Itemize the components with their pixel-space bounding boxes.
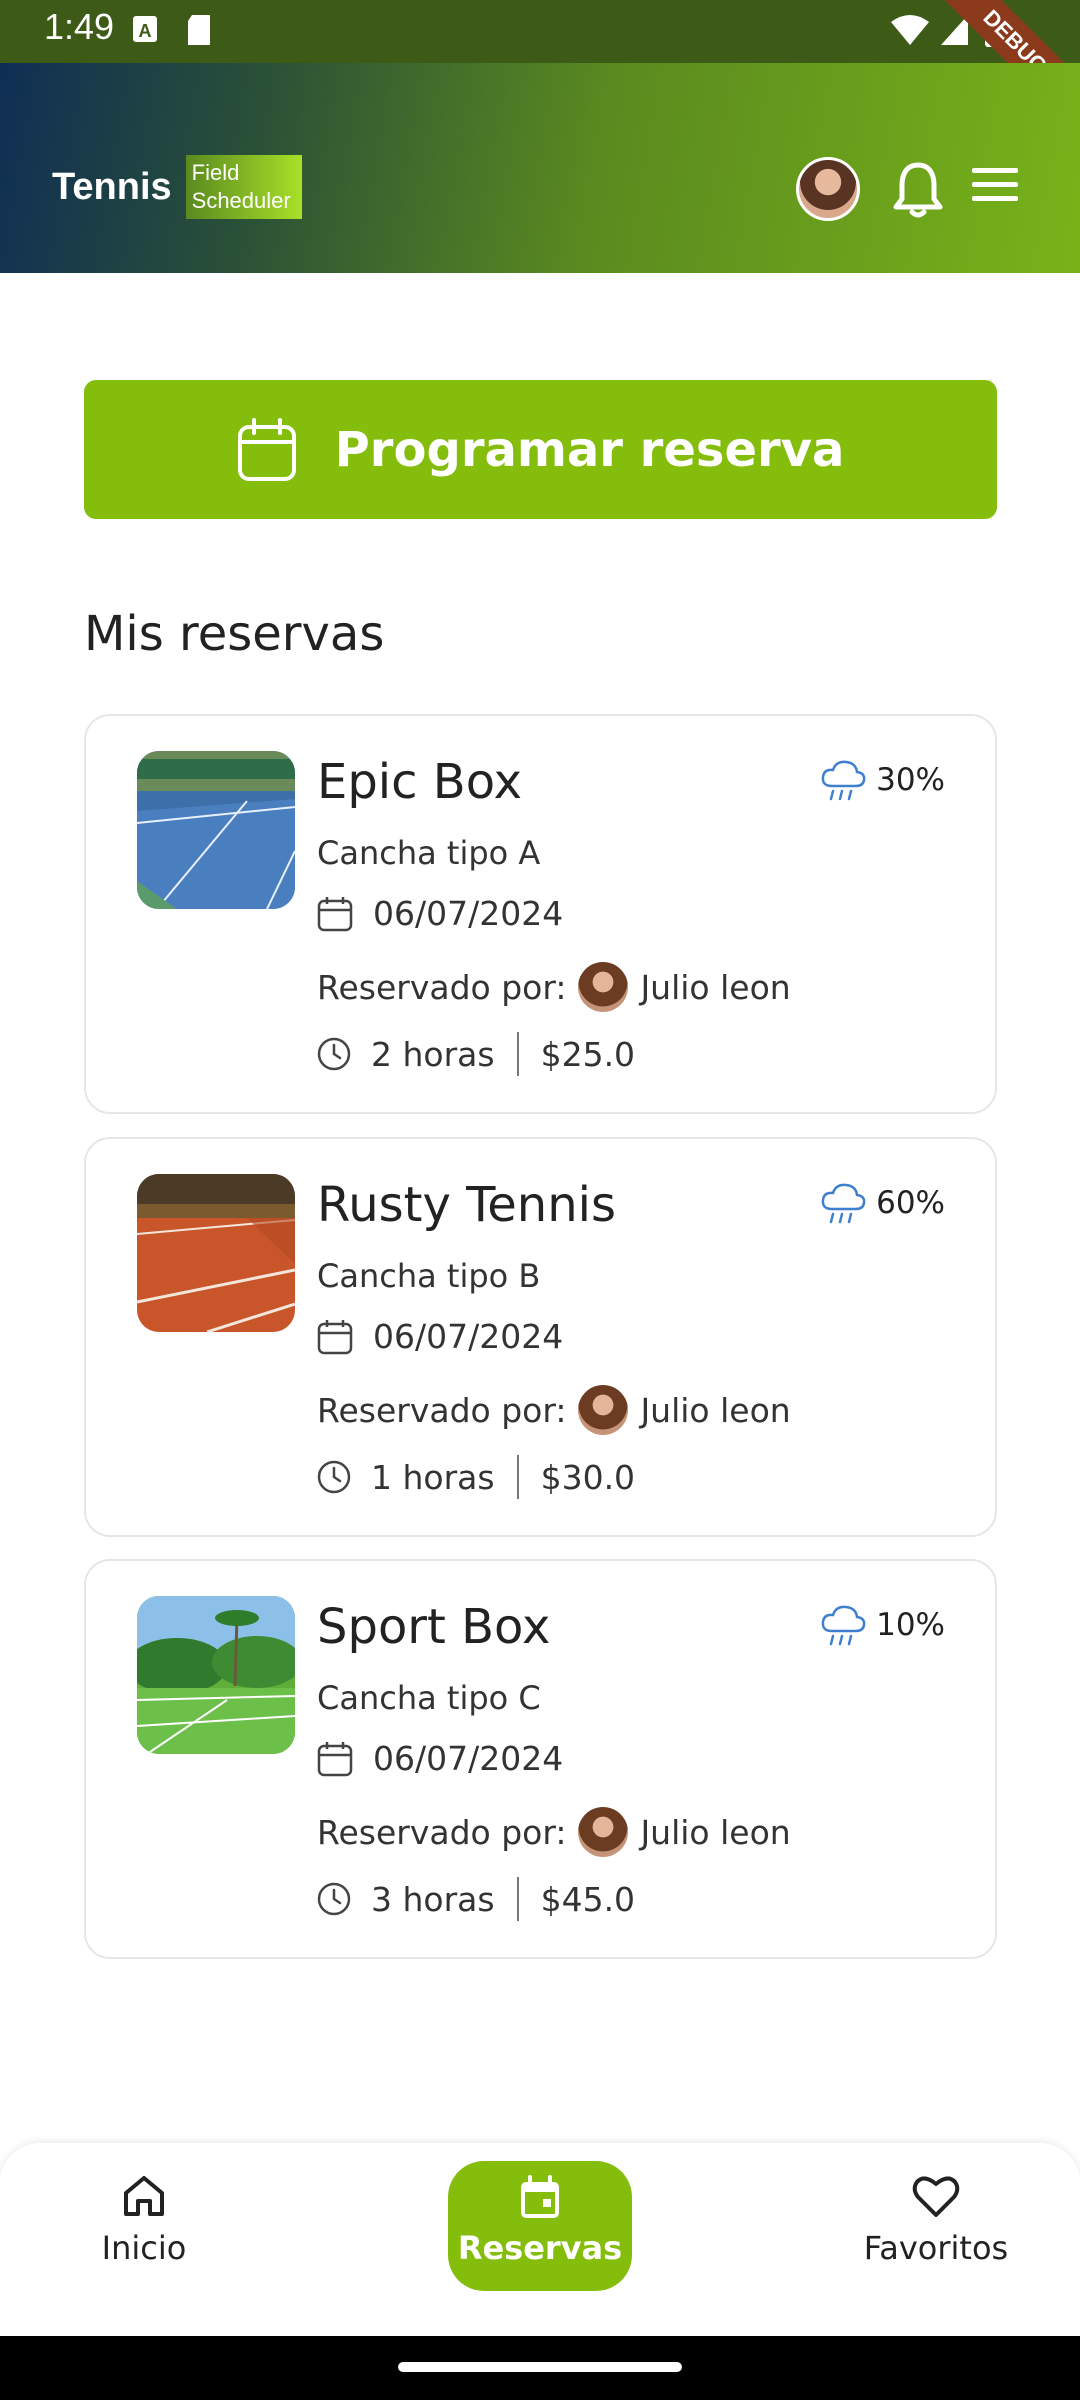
calendar-icon (317, 896, 353, 931)
rain-chance: 60% (876, 1185, 945, 1221)
price: $30.0 (540, 1457, 636, 1497)
reservation-card[interactable]: Sport Box 10% Cancha tipo C 06/07/2024 R… (84, 1559, 997, 1959)
court-type: Cancha tipo C (317, 1679, 541, 1717)
rain-chance: 10% (876, 1607, 945, 1643)
nav-favoritos[interactable]: Favoritos (856, 2173, 1016, 2267)
app-header: Tennis Field Scheduler (0, 63, 1080, 273)
price: $25.0 (540, 1034, 636, 1074)
reserved-by: Reservado por: Julio leon (317, 1385, 791, 1435)
nav-reservas-label: Reservas (457, 2229, 623, 2267)
brand-tagline: Field Scheduler (185, 155, 302, 219)
duration: 2 horas (371, 1034, 495, 1074)
rain-cloud-icon (821, 1183, 866, 1224)
rain-forecast: 10% (820, 1603, 945, 1647)
schedule-reservation-button[interactable]: Programar reserva (84, 380, 997, 519)
date-value: 06/07/2024 (373, 894, 564, 933)
rain-forecast: 30% (820, 758, 945, 802)
heart-icon (912, 2176, 960, 2217)
price: $45.0 (540, 1879, 636, 1919)
divider (516, 1032, 519, 1076)
rain-cloud-icon (821, 1605, 866, 1646)
section-title: Mis reservas (84, 606, 385, 662)
bottom-navigation: Inicio Reservas Favoritos (0, 2143, 1080, 2336)
rain-forecast: 60% (820, 1181, 945, 1225)
reserved-by: Reservado por: Julio leon (317, 962, 791, 1012)
brand-tagline-line1: Field (191, 160, 240, 185)
reservation-card[interactable]: Epic Box 30% Cancha tipo A 06/07/2024 Re… (84, 714, 997, 1114)
clock-icon (317, 1037, 351, 1071)
court-type: Cancha tipo A (317, 834, 541, 872)
calendar-icon (317, 1319, 353, 1354)
nav-favoritos-label: Favoritos (863, 2229, 1009, 2267)
reserved-by: Reservado por: Julio leon (317, 1807, 791, 1857)
nav-inicio[interactable]: Inicio (94, 2173, 194, 2267)
reserved-by-label: Reservado por: (317, 967, 567, 1007)
home-icon (124, 2176, 164, 2216)
duration-price: 2 horas $25.0 (317, 1032, 635, 1076)
court-thumbnail (137, 1174, 295, 1332)
divider (516, 1877, 519, 1921)
brand-name: Tennis (52, 165, 172, 208)
divider (516, 1455, 519, 1499)
bell-icon[interactable] (890, 159, 946, 219)
nav-inicio-label: Inicio (101, 2229, 187, 2267)
reservation-date: 06/07/2024 (317, 1739, 563, 1778)
brand-tagline-line2: Scheduler (191, 188, 291, 213)
svg-text:A: A (139, 21, 152, 41)
wifi-icon (891, 15, 929, 45)
court-name: Rusty Tennis (317, 1177, 616, 1233)
reservation-date: 06/07/2024 (317, 1317, 563, 1356)
rain-chance: 30% (876, 762, 945, 798)
calendar-icon (521, 2175, 559, 2218)
user-avatar (578, 962, 629, 1012)
court-name: Epic Box (317, 754, 523, 810)
court-type: Cancha tipo B (317, 1257, 541, 1295)
clock-icon (317, 1460, 351, 1494)
court-thumbnail (137, 1596, 295, 1754)
date-value: 06/07/2024 (373, 1739, 564, 1778)
calendar-icon (317, 1741, 353, 1776)
menu-icon[interactable] (970, 165, 1020, 205)
reserved-by-label: Reservado por: (317, 1390, 567, 1430)
date-value: 06/07/2024 (373, 1317, 564, 1356)
sd-card-icon (188, 15, 210, 45)
status-bar: 1:49 A (0, 0, 1080, 63)
duration-price: 1 horas $30.0 (317, 1455, 635, 1499)
profile-avatar[interactable] (796, 157, 860, 221)
reserved-by-label: Reservado por: (317, 1812, 567, 1852)
clock-icon (317, 1882, 351, 1916)
nav-reservas[interactable]: Reservas (448, 2161, 632, 2291)
rain-cloud-icon (821, 760, 866, 801)
duration: 3 horas (371, 1879, 495, 1919)
gesture-bar (0, 2336, 1080, 2400)
duration-price: 3 horas $45.0 (317, 1877, 635, 1921)
calendar-icon (237, 417, 296, 481)
reserved-by-name: Julio leon (640, 967, 791, 1007)
status-time: 1:49 (44, 6, 115, 47)
court-thumbnail (137, 751, 295, 909)
reservation-card[interactable]: Rusty Tennis 60% Cancha tipo B 06/07/202… (84, 1137, 997, 1537)
notification-a-icon: A (133, 16, 157, 42)
schedule-button-label: Programar reserva (334, 421, 845, 478)
brand-logo: Tennis Field Scheduler (52, 155, 302, 219)
user-avatar (578, 1385, 629, 1435)
reservation-date: 06/07/2024 (317, 894, 563, 933)
user-avatar (578, 1807, 629, 1857)
home-indicator[interactable] (398, 2362, 682, 2372)
reserved-by-name: Julio leon (640, 1812, 791, 1852)
reserved-by-name: Julio leon (640, 1390, 791, 1430)
court-name: Sport Box (317, 1599, 551, 1655)
duration: 1 horas (371, 1457, 495, 1497)
